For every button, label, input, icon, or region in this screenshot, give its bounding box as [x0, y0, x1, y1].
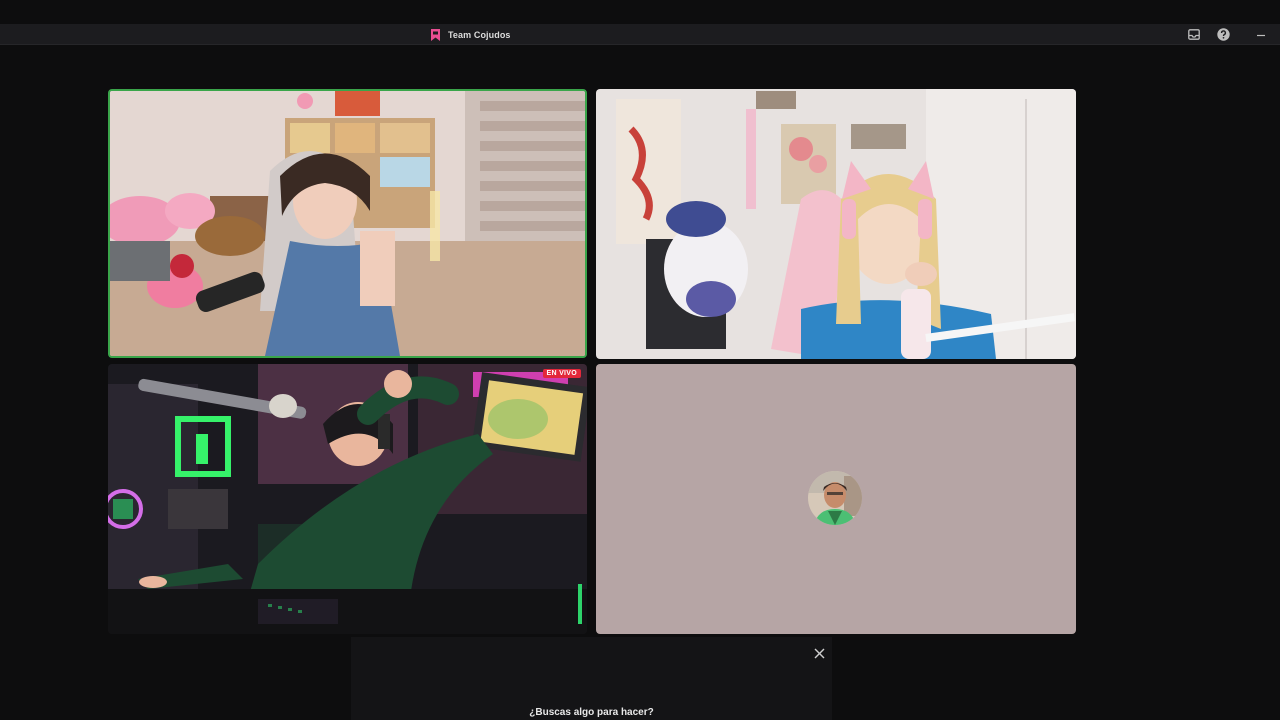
- video-feed-3: [108, 364, 587, 634]
- suggestion-panel: ¿Buscas algo para hacer?: [351, 637, 832, 720]
- video-tile-participant-1[interactable]: [108, 89, 587, 358]
- live-badge: EN VIVO: [542, 369, 581, 378]
- minimize-icon: [1257, 34, 1265, 36]
- video-feed-2: [596, 89, 1076, 359]
- video-feed-1: [110, 91, 585, 356]
- video-tile-participant-3[interactable]: EN VIVO: [108, 364, 587, 634]
- avatar-tile-participant-4[interactable]: [596, 364, 1076, 634]
- inbox-button[interactable]: [1186, 27, 1202, 42]
- bookmark-icon: [431, 28, 440, 41]
- top-strip: [0, 0, 1280, 24]
- inbox-icon: [1188, 29, 1200, 40]
- help-icon: [1216, 28, 1230, 41]
- video-tile-participant-2[interactable]: [596, 89, 1076, 359]
- help-button[interactable]: [1215, 27, 1231, 42]
- title-bar: Team Cojudos: [0, 24, 1280, 45]
- panel-close-button[interactable]: [812, 646, 826, 660]
- avatar[interactable]: [808, 471, 862, 525]
- close-icon: [814, 648, 824, 658]
- window-title: Team Cojudos: [448, 29, 511, 40]
- window-title-group: Team Cojudos: [430, 27, 511, 42]
- minimize-button[interactable]: [1253, 27, 1269, 42]
- panel-prompt: ¿Buscas algo para hacer?: [529, 707, 654, 718]
